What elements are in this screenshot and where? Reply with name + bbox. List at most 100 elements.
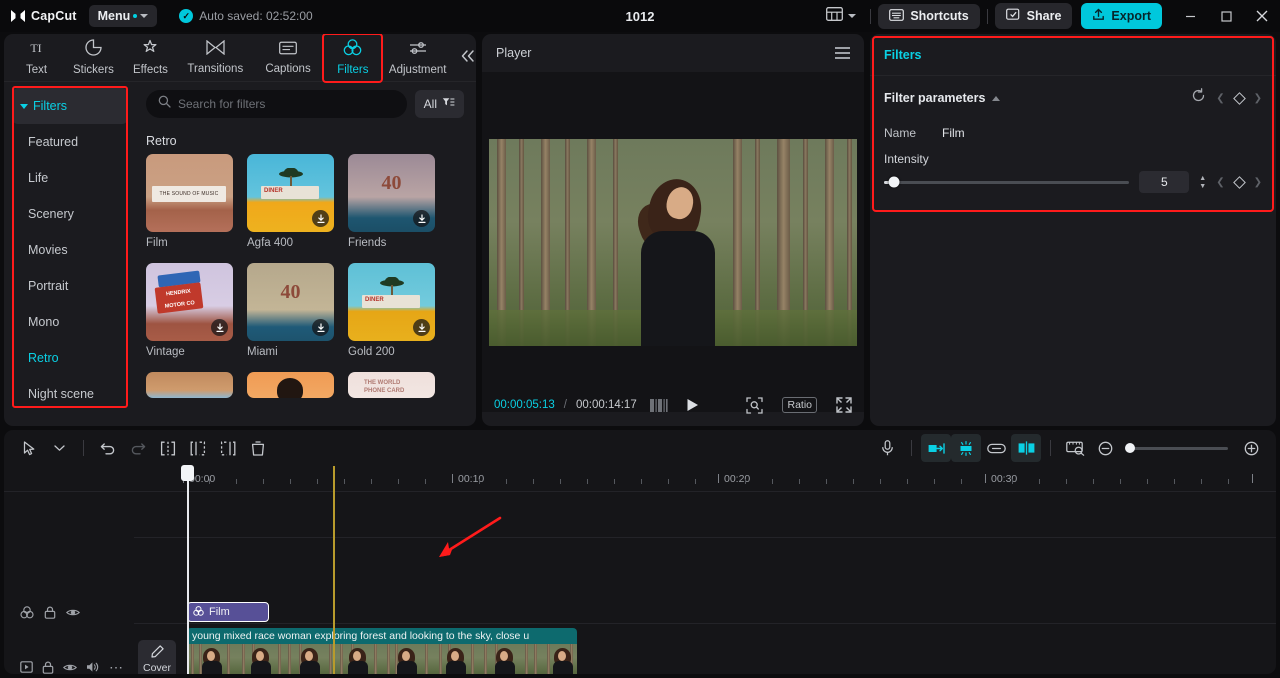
download-icon[interactable] xyxy=(413,210,430,227)
record-voiceover-icon[interactable] xyxy=(872,434,902,462)
download-icon[interactable] xyxy=(211,319,228,336)
filter-card-miami[interactable]: 40 Miami xyxy=(247,263,334,358)
fullscreen-icon[interactable] xyxy=(836,397,852,413)
tool-dropdown-icon[interactable] xyxy=(44,434,74,462)
intensity-slider[interactable] xyxy=(884,176,1130,188)
filter-thumbnail[interactable] xyxy=(247,372,334,398)
split-icon[interactable] xyxy=(153,434,183,462)
timeline-ruler[interactable]: 00:00 00:10 00:20 00:30 xyxy=(4,466,1276,492)
close-button[interactable] xyxy=(1244,0,1280,32)
trim-right-icon[interactable] xyxy=(213,434,243,462)
sidebar-item-featured[interactable]: Featured xyxy=(12,124,128,160)
filter-thumbnail[interactable] xyxy=(146,372,233,398)
category-header-filters[interactable]: Filters xyxy=(12,88,128,124)
delete-icon[interactable] xyxy=(243,434,273,462)
sidebar-item-night-scene[interactable]: Night scene xyxy=(12,376,128,412)
sidebar-item-scenery[interactable]: Scenery xyxy=(12,196,128,232)
filter-card-agfa-400[interactable]: DINER Agfa 400 xyxy=(247,154,334,249)
sidebar-item-life[interactable]: Life xyxy=(12,160,128,196)
filter-parameters-header[interactable]: Filter parameters ❮ ❯ xyxy=(870,76,1276,120)
slider-handle[interactable] xyxy=(888,176,900,188)
play-button[interactable] xyxy=(686,398,699,412)
filter-sort-button[interactable]: All xyxy=(414,90,464,118)
visibility-icon[interactable] xyxy=(63,662,77,673)
visibility-icon[interactable] xyxy=(66,607,80,618)
filter-card-row3-b[interactable] xyxy=(247,372,334,398)
intensity-stepper[interactable]: ▲ ▼ xyxy=(1199,175,1206,190)
tab-stickers[interactable]: Stickers xyxy=(65,35,122,81)
video-clip[interactable]: young mixed race woman exploring forest … xyxy=(187,628,577,674)
tab-filters[interactable]: Filters xyxy=(322,34,384,83)
menu-button[interactable]: Menu xyxy=(88,5,158,27)
tab-captions[interactable]: Captions xyxy=(252,35,325,81)
download-icon[interactable] xyxy=(413,319,430,336)
filter-thumbnail[interactable]: 40 xyxy=(348,154,435,232)
cover-button[interactable]: Cover xyxy=(138,640,176,674)
sidebar-item-movies[interactable]: Movies xyxy=(12,232,128,268)
timeline-zoom-slider[interactable] xyxy=(1125,443,1228,453)
track-lane-area[interactable]: Film Cover young mixed race woman explor… xyxy=(134,492,1276,674)
zoom-slider-handle[interactable] xyxy=(1125,443,1135,453)
video-preview[interactable] xyxy=(489,138,857,346)
filter-card-gold-200[interactable]: DINER Gold 200 xyxy=(348,263,435,358)
timeline-preview-icon[interactable] xyxy=(1060,434,1090,462)
reset-icon[interactable] xyxy=(1191,88,1206,108)
tab-text[interactable]: TI Text xyxy=(8,35,65,81)
sidebar-item-portrait[interactable]: Portrait xyxy=(12,268,128,304)
lock-icon[interactable] xyxy=(42,661,54,674)
filter-clip-film[interactable]: Film xyxy=(187,602,269,622)
sidebar-item-mono[interactable]: Mono xyxy=(12,304,128,340)
add-keyframe-icon[interactable] xyxy=(1232,91,1246,105)
player-menu-button[interactable] xyxy=(835,47,850,59)
intensity-value-input[interactable]: 5 xyxy=(1139,171,1190,193)
trim-left-icon[interactable] xyxy=(183,434,213,462)
layout-button[interactable] xyxy=(819,3,863,30)
zoom-in-icon[interactable] xyxy=(1236,434,1266,462)
tab-effects[interactable]: Effects xyxy=(122,35,179,81)
zoom-out-icon[interactable] xyxy=(1090,434,1120,462)
lock-icon[interactable] xyxy=(44,606,56,619)
prev-keyframe-icon[interactable]: ❮ xyxy=(1216,177,1224,188)
filter-card-film[interactable]: THE SOUND OF MUSIC Film xyxy=(146,154,233,249)
stepper-up-icon[interactable]: ▲ xyxy=(1199,175,1206,182)
filter-card-vintage[interactable]: HENDRIX MOTOR CO Vintage xyxy=(146,263,233,358)
filter-card-friends[interactable]: 40 Friends xyxy=(348,154,435,249)
search-input[interactable]: Search for filters xyxy=(146,90,407,118)
tab-transitions[interactable]: Transitions xyxy=(179,35,252,81)
download-icon[interactable] xyxy=(312,319,329,336)
collapse-panel-button[interactable] xyxy=(460,49,476,67)
video-track-icon[interactable] xyxy=(20,661,33,673)
auto-cut-icon[interactable] xyxy=(921,434,951,462)
filter-thumbnail[interactable]: HENDRIX MOTOR CO xyxy=(146,263,233,341)
mirror-split-icon[interactable] xyxy=(1011,434,1041,462)
ratio-button[interactable]: Ratio xyxy=(782,397,817,413)
select-tool-icon[interactable] xyxy=(14,434,44,462)
frames-icon[interactable] xyxy=(649,398,668,412)
filters-icon[interactable] xyxy=(20,605,34,619)
filter-thumbnail[interactable]: DINER xyxy=(247,154,334,232)
redo-icon[interactable] xyxy=(123,434,153,462)
sidebar-item-retro[interactable]: Retro xyxy=(12,340,128,376)
playhead[interactable] xyxy=(181,465,194,674)
filter-thumbnail[interactable]: THE SOUND OF MUSIC xyxy=(146,154,233,232)
next-keyframe-icon[interactable]: ❯ xyxy=(1254,93,1262,104)
audio-mute-icon[interactable] xyxy=(86,661,100,673)
filter-thumbnail[interactable]: 40 xyxy=(247,263,334,341)
tab-adjustment[interactable]: Adjustment xyxy=(381,35,454,81)
next-keyframe-icon[interactable]: ❯ xyxy=(1254,177,1262,188)
link-icon[interactable] xyxy=(981,434,1011,462)
undo-icon[interactable] xyxy=(93,434,123,462)
shortcuts-button[interactable]: Shortcuts xyxy=(878,3,980,29)
filter-card-row3-c[interactable]: THE WORLD PHONE CARD xyxy=(348,372,435,398)
maximize-button[interactable] xyxy=(1208,0,1244,32)
more-options-icon[interactable]: ⋯ xyxy=(109,659,124,675)
stepper-down-icon[interactable]: ▼ xyxy=(1199,183,1206,190)
filter-thumbnail[interactable]: THE WORLD PHONE CARD xyxy=(348,372,435,398)
prev-keyframe-icon[interactable]: ❮ xyxy=(1216,93,1224,104)
playhead-handle[interactable] xyxy=(181,465,194,481)
zoom-fit-icon[interactable] xyxy=(746,396,764,414)
magnet-snap-icon[interactable] xyxy=(951,434,981,462)
download-icon[interactable] xyxy=(312,210,329,227)
filter-thumbnail[interactable]: DINER xyxy=(348,263,435,341)
minimize-button[interactable] xyxy=(1172,0,1208,32)
